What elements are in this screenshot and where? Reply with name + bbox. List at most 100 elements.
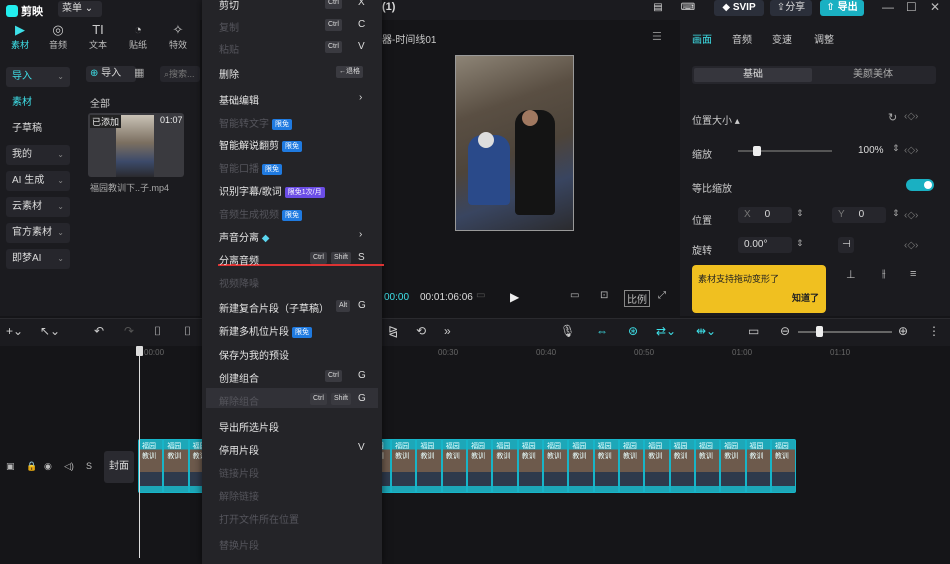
main-menu-button[interactable]: 菜单 ⌄ (58, 1, 102, 17)
segment-beauty[interactable]: 美颜美体 (814, 68, 932, 82)
scale-value[interactable]: 100% (858, 145, 884, 156)
free-badge: 限免1次/月 (284, 187, 325, 198)
tab-audio[interactable]: 音频 (732, 31, 752, 46)
cover-button[interactable]: 封面 (104, 451, 134, 483)
zoom-slider-handle[interactable] (816, 326, 823, 337)
keyframe-icon[interactable]: ‹◇› (904, 240, 918, 251)
sidebar-item-material[interactable]: 素材 (6, 93, 70, 113)
context-menu-item[interactable]: 声音分离 ◆ › (219, 229, 367, 244)
scale-slider-handle[interactable] (752, 146, 761, 156)
tooltip-dismiss-button[interactable]: 知道了 (792, 291, 819, 304)
zoom-out-icon[interactable]: ⊖ (780, 324, 790, 338)
player-menu-icon[interactable]: ☰ (652, 30, 662, 43)
export-button[interactable]: ⇧ 导出 (820, 0, 864, 16)
linkage-icon[interactable]: ⇄⌄ (656, 324, 676, 338)
svip-button[interactable]: ◆ SVIP (714, 0, 764, 16)
screen-icon[interactable]: ▭ (748, 324, 759, 338)
play-icon[interactable]: ▶ (510, 290, 519, 304)
eye-icon[interactable]: ◉ (44, 461, 52, 472)
stepper-icon[interactable]: ⇕ (892, 143, 900, 154)
sidebar-item-cloud[interactable]: 云素材 ⌄ (6, 197, 70, 217)
align-center-icon[interactable]: ⫲ (882, 268, 886, 281)
sidebar-item-ai-generate[interactable]: AI 生成 ⌄ (6, 171, 70, 191)
add-track-icon[interactable]: +⌄ (6, 324, 23, 338)
align-horizontal-icon[interactable]: ≡ (910, 268, 916, 280)
preview-axis-icon[interactable]: ⇹⌄ (696, 324, 716, 338)
context-menu-item[interactable]: 智能解说翻剪 限免 (219, 137, 367, 152)
s-icon[interactable]: S (86, 461, 92, 471)
tab-speed[interactable]: 变速 (772, 31, 792, 46)
ratio-button[interactable]: 比例 (624, 290, 650, 307)
segment-basic[interactable]: 基础 (694, 68, 812, 82)
tool-text[interactable]: TI 文本 (78, 22, 118, 51)
position-size-header[interactable]: 位置大小 ▴ (692, 112, 740, 127)
context-menu-item[interactable]: 新建复合片段（子草稿） Alt G (219, 300, 367, 315)
position-y-field[interactable]: Y 0 (832, 207, 886, 223)
sidebar-item-subdraft[interactable]: 子草稿 (6, 119, 70, 139)
maximize-icon[interactable]: ☐ (906, 0, 917, 14)
tool-audio[interactable]: ◎ 音频 (38, 22, 78, 51)
playhead[interactable] (139, 346, 140, 558)
layout-icon[interactable]: ▤ (650, 0, 666, 16)
stepper-icon[interactable]: ⇕ (892, 208, 900, 219)
keyframe-icon[interactable]: ‹◇› (904, 145, 918, 156)
redo-icon[interactable]: ↷ (124, 324, 134, 338)
split-icon[interactable]: ⌷ (154, 324, 161, 339)
stepper-icon[interactable]: ⇕ (796, 208, 804, 219)
zoom-slider[interactable] (798, 331, 892, 333)
context-menu-item[interactable]: 新建多机位片段 限免 (219, 323, 367, 338)
context-menu-item[interactable]: 导出所选片段 (219, 419, 367, 434)
context-menu-item[interactable]: 创建组合 Ctrl G (219, 370, 367, 385)
tool-effects[interactable]: ✧ 特效 (158, 22, 198, 51)
zoom-in-icon[interactable]: ⊕ (898, 324, 908, 338)
more-tools-icon[interactable]: » (444, 324, 451, 338)
tool-sticker[interactable]: ◔ 贴纸 (118, 22, 158, 51)
more-menu-icon[interactable]: ⋮ (928, 324, 940, 338)
close-icon[interactable]: ✕ (930, 0, 940, 14)
context-menu-item[interactable]: 保存为我的预设 (219, 347, 367, 362)
keyboard-icon[interactable]: ⌨ (680, 0, 696, 16)
track-visibility-icon[interactable]: ▣ (6, 461, 15, 472)
context-menu-item[interactable]: 删除 ←退格 (219, 66, 367, 81)
context-menu-item[interactable]: 基础编辑 › (219, 92, 367, 107)
import-button[interactable]: ⊕ 导入 (86, 66, 136, 82)
search-input[interactable]: ⌕搜索... (160, 66, 200, 82)
context-menu-item[interactable]: 停用片段 V (219, 442, 367, 457)
undo-icon[interactable]: ↶ (94, 324, 104, 338)
stepper-icon[interactable]: ⇕ (796, 238, 804, 249)
context-menu-item[interactable]: 分离音频 Ctrl Shift S (219, 252, 367, 267)
sidebar-item-mine[interactable]: 我的 ⌄ (6, 145, 70, 165)
lock-icon[interactable]: 🔒 (26, 461, 37, 472)
crop-icon[interactable]: ⊡ (600, 290, 608, 301)
rotation-field[interactable]: 0.00° (738, 237, 792, 253)
align-bottom-icon[interactable]: ⊥ (846, 268, 856, 281)
select-tool-icon[interactable]: ↖⌄ (40, 324, 60, 338)
tool-media[interactable]: ▶ 素材 (0, 22, 40, 51)
filter-all[interactable]: 全部 (90, 95, 110, 110)
tab-picture[interactable]: 画面 (692, 31, 712, 46)
auto-snap-icon[interactable]: ⊛ (628, 324, 638, 338)
position-x-field[interactable]: X 0 (738, 207, 792, 223)
speaker-icon[interactable]: ◁) (64, 461, 74, 472)
tab-adjust[interactable]: 调整 (814, 31, 834, 46)
reset-icon[interactable]: ↻ (888, 111, 897, 124)
split-left-icon[interactable]: ⌷ (184, 324, 191, 339)
menu-item-label: 删除 (219, 70, 239, 81)
share-button[interactable]: ⇪分享 (770, 0, 812, 16)
rotate-clip-icon[interactable]: ⟲ (416, 324, 426, 338)
minimize-icon[interactable]: — (882, 0, 894, 14)
context-menu-item[interactable]: 识别字幕/歌词 限免1次/月 (219, 183, 367, 198)
sidebar-item-import[interactable]: 导入 ⌄ (6, 67, 70, 87)
keyframe-icon[interactable]: ‹◇› (904, 210, 918, 221)
context-menu-item[interactable]: 剪切 Ctrl X (219, 0, 367, 12)
fullscreen-preview-icon[interactable]: ▭ (570, 290, 579, 301)
keyframe-icon[interactable]: ‹◇› (904, 111, 918, 122)
microphone-icon[interactable]: 🎙 (560, 324, 575, 338)
sidebar-item-dreamina[interactable]: 即梦AI ⌄ (6, 249, 70, 269)
sidebar-item-official[interactable]: 官方素材 ⌄ (6, 223, 70, 243)
main-track-magnet-icon[interactable]: ⇔ (596, 324, 608, 338)
rotate-button[interactable]: ⊣ (838, 237, 854, 253)
expand-icon[interactable]: ⤢ (658, 290, 666, 301)
grid-view-icon[interactable]: ▦ (134, 66, 144, 79)
mirror-icon[interactable]: ⧎ (388, 324, 398, 338)
